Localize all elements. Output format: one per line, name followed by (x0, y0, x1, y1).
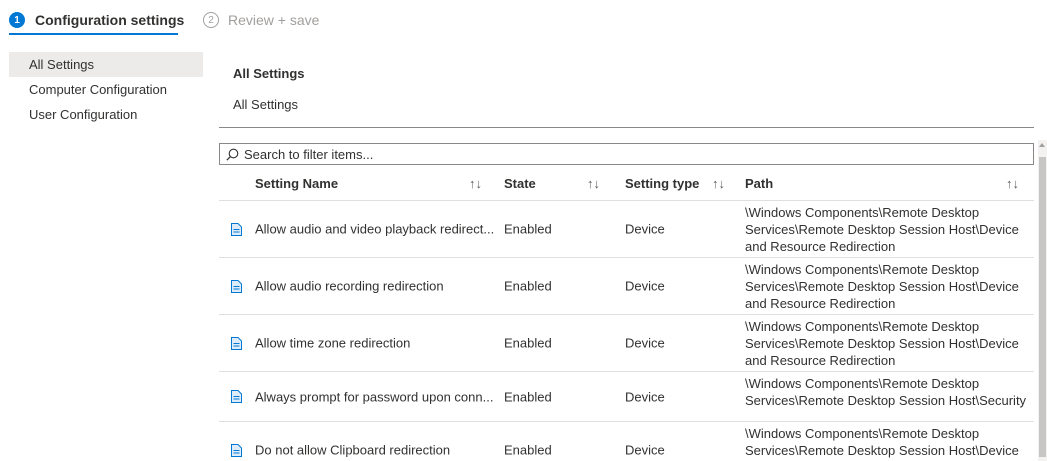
step-configuration-settings[interactable]: 1 Configuration settings (9, 8, 184, 32)
search-input[interactable] (244, 146, 1024, 162)
sort-icon[interactable]: ↑↓ (1006, 167, 1019, 201)
table-scrollbar[interactable] (1038, 140, 1047, 461)
setting-path: \Windows Components\Remote Desktop Servi… (745, 205, 1019, 254)
table-header: Setting Name ↑↓ State ↑↓ Setting type ↑↓… (219, 167, 1034, 201)
setting-name: Do not allow Clipboard redirection (255, 442, 451, 458)
document-icon (231, 223, 242, 236)
setting-type: Device (625, 389, 665, 404)
sort-icon[interactable]: ↑↓ (712, 167, 725, 201)
table-row[interactable]: Allow time zone redirection Enabled Devi… (219, 315, 1034, 372)
setting-type: Device (625, 278, 665, 294)
breadcrumb: All Settings (233, 97, 299, 112)
nav-item-computer-configuration[interactable]: Computer Configuration (9, 77, 203, 102)
table-row[interactable]: Do not allow Clipboard redirection Enabl… (219, 422, 1034, 461)
step-label: Configuration settings (35, 12, 185, 28)
setting-type: Device (625, 221, 665, 237)
setting-state: Enabled (504, 278, 552, 294)
setting-name: Allow audio recording redirection (255, 278, 444, 294)
column-header-path[interactable]: Path (745, 167, 773, 201)
table-row[interactable]: Allow audio and video playback redirect.… (219, 201, 1034, 258)
setting-name: Allow audio and video playback redirect.… (255, 221, 495, 237)
column-header-state[interactable]: State (504, 167, 536, 201)
settings-table: Setting Name ↑↓ State ↑↓ Setting type ↑↓… (219, 167, 1034, 461)
setting-path: \Windows Components\Remote Desktop Servi… (745, 376, 1027, 408)
setting-state: Enabled (504, 221, 552, 237)
search-icon (226, 148, 239, 161)
document-icon (231, 337, 242, 350)
step-number-badge: 2 (203, 12, 219, 28)
setting-state: Enabled (504, 335, 552, 351)
page-title: All Settings (233, 66, 305, 81)
setting-path: \Windows Components\Remote Desktop Servi… (745, 319, 1019, 368)
setting-name: Always prompt for password upon conn... (255, 389, 494, 404)
sort-icon[interactable]: ↑↓ (469, 167, 482, 201)
section-divider (219, 127, 1034, 128)
column-header-setting-type[interactable]: Setting type (625, 167, 699, 201)
document-icon (231, 444, 242, 457)
search-box[interactable] (219, 143, 1034, 165)
setting-path: \Windows Components\Remote Desktop Servi… (745, 262, 1019, 311)
setting-type: Device (625, 335, 665, 351)
step-review-save[interactable]: 2 Review + save (203, 8, 319, 32)
column-header-setting-name[interactable]: Setting Name (255, 167, 338, 201)
scroll-thumb[interactable] (1039, 157, 1046, 457)
nav-item-all-settings[interactable]: All Settings (9, 52, 203, 77)
active-step-underline (9, 33, 178, 35)
setting-type: Device (625, 442, 665, 458)
setting-path: \Windows Components\Remote Desktop Servi… (745, 426, 1019, 461)
nav-item-user-configuration[interactable]: User Configuration (9, 102, 203, 127)
sort-icon[interactable]: ↑↓ (587, 167, 600, 201)
document-icon (231, 390, 242, 403)
setting-state: Enabled (504, 442, 552, 458)
step-label: Review + save (228, 12, 320, 28)
step-number-badge: 1 (9, 12, 25, 28)
scroll-up-arrow-icon[interactable] (1039, 143, 1045, 147)
table-row[interactable]: Allow audio recording redirection Enable… (219, 258, 1034, 315)
document-icon (231, 280, 242, 293)
wizard-steps: 1 Configuration settings 2 Review + save (0, 0, 1047, 38)
settings-category-nav: All Settings Computer Configuration User… (9, 52, 203, 127)
table-row[interactable]: Always prompt for password upon conn... … (219, 372, 1034, 422)
setting-state: Enabled (504, 389, 552, 404)
setting-name: Allow time zone redirection (255, 335, 411, 351)
